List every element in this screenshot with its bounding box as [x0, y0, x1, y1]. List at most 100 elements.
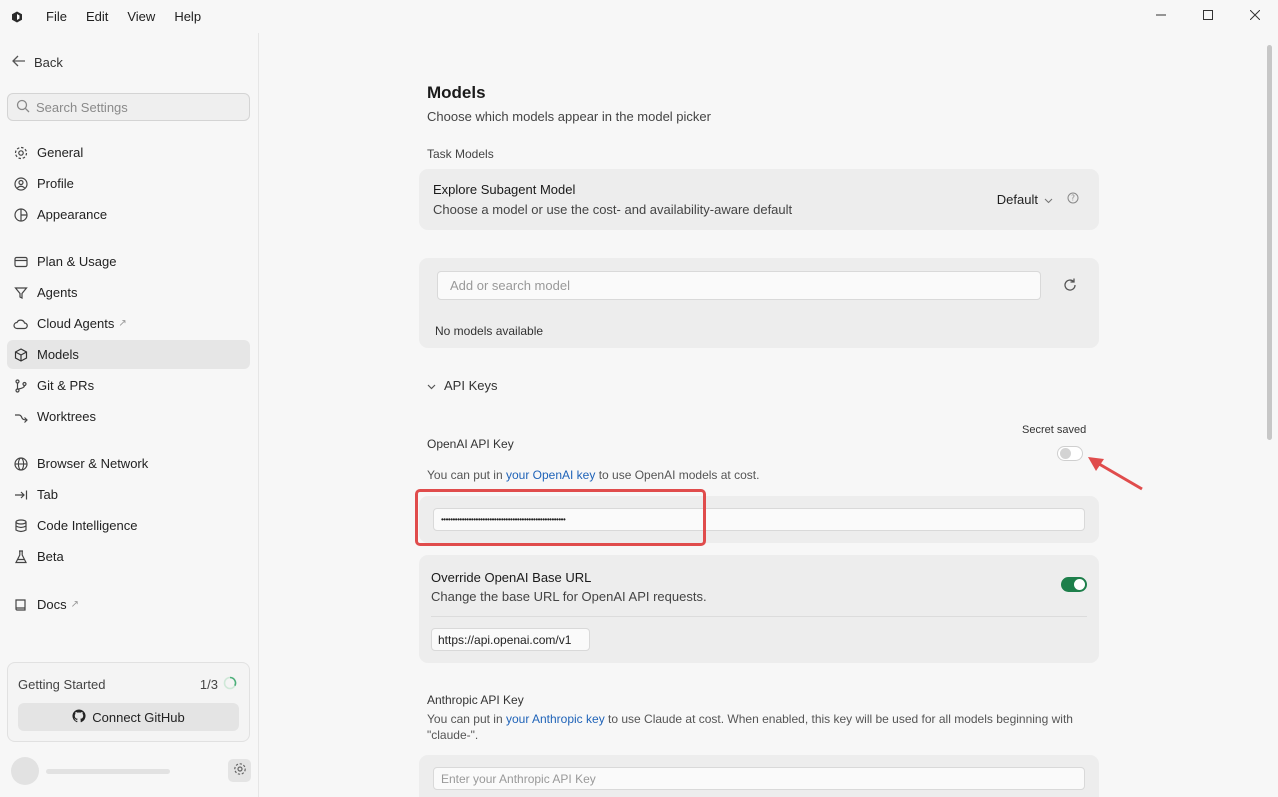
progress-count: 1/3	[199, 677, 218, 692]
tab-arrow-icon	[13, 487, 28, 502]
title-bar: File Edit View Help	[0, 0, 1278, 33]
no-models-text: No models available	[435, 324, 544, 338]
anthropic-key-placeholder: Enter your Anthropic API Key	[441, 771, 596, 786]
getting-started-title: Getting Started	[18, 677, 106, 692]
sidebar-item-label: Models	[37, 347, 79, 362]
explore-subagent-desc: Choose a model or use the cost- and avai…	[433, 202, 793, 217]
override-base-url-toggle[interactable]	[1061, 577, 1087, 592]
divider	[431, 616, 1087, 617]
page-subtitle: Choose which models appear in the model …	[427, 109, 711, 124]
globe-icon	[13, 456, 28, 471]
base-url-value: https://api.openai.com/v1	[438, 632, 572, 647]
override-base-url-desc: Change the base URL for OpenAI API reque…	[431, 589, 707, 604]
arrow-left-icon	[12, 55, 26, 70]
sidebar-item-git-prs[interactable]: Git & PRs	[7, 371, 250, 400]
explore-subagent-title: Explore Subagent Model	[433, 182, 576, 197]
model-search-card: Add or search model No models available	[419, 258, 1099, 348]
connect-github-button[interactable]: Connect GitHub	[18, 703, 239, 731]
scrollbar[interactable]	[1267, 45, 1272, 440]
sidebar: Back Search Settings General Profile App…	[0, 33, 259, 797]
sidebar-item-label: Docs	[37, 597, 67, 612]
dropdown-value: Default	[996, 192, 1038, 207]
refresh-icon[interactable]	[1062, 277, 1078, 296]
search-placeholder: Search Settings	[36, 99, 128, 115]
model-search-placeholder: Add or search model	[450, 278, 570, 293]
explore-subagent-card: Explore Subagent Model Choose a model or…	[419, 169, 1099, 230]
search-input[interactable]: Search Settings	[7, 93, 250, 121]
user-name-placeholder	[46, 769, 170, 774]
anthropic-key-link[interactable]: your Anthropic key	[506, 712, 605, 726]
desc-text: You can put in	[427, 468, 506, 482]
maximize-button[interactable]	[1184, 0, 1231, 30]
desc-text: "claude-".	[427, 728, 479, 742]
override-base-url-card: Override OpenAI Base URL Change the base…	[419, 555, 1099, 663]
toggle-knob	[1074, 579, 1085, 590]
sidebar-item-docs[interactable]: Docs ↗	[7, 590, 250, 619]
flask-icon	[13, 549, 28, 564]
main-content: Models Choose which models appear in the…	[260, 33, 1278, 797]
menu-help[interactable]: Help	[167, 9, 208, 24]
sidebar-item-label: Agents	[37, 285, 78, 300]
sidebar-item-models[interactable]: Models	[7, 340, 250, 369]
getting-started-progress: 1/3	[200, 676, 237, 693]
api-keys-label: API Keys	[444, 378, 498, 393]
sidebar-item-appearance[interactable]: Appearance	[7, 200, 250, 229]
toggle-knob	[1060, 448, 1071, 459]
search-icon	[16, 99, 30, 116]
back-label: Back	[34, 55, 63, 70]
sidebar-item-worktrees[interactable]: Worktrees	[7, 402, 250, 431]
annotation-highlight-box	[415, 489, 706, 546]
user-settings-button[interactable]	[228, 759, 251, 782]
palette-icon	[13, 207, 28, 222]
progress-ring-icon	[223, 676, 237, 693]
openai-key-link[interactable]: your OpenAI key	[506, 468, 595, 482]
help-icon[interactable]: ?	[1067, 192, 1079, 207]
sidebar-item-code-intelligence[interactable]: Code Intelligence	[7, 511, 250, 540]
openai-key-toggle[interactable]	[1057, 446, 1083, 461]
external-link-icon: ↗	[70, 599, 80, 610]
gear-icon	[13, 145, 28, 160]
desc-text: to use Claude at cost. When enabled, thi…	[604, 712, 1073, 726]
sidebar-item-plan-usage[interactable]: Plan & Usage	[7, 247, 250, 276]
menu-file[interactable]: File	[39, 9, 74, 24]
sidebar-item-label: Code Intelligence	[37, 518, 138, 533]
sidebar-item-cloud-agents[interactable]: Cloud Agents ↗	[7, 309, 250, 338]
api-keys-section-toggle[interactable]: API Keys	[427, 378, 497, 393]
base-url-input[interactable]: https://api.openai.com/v1	[431, 628, 590, 651]
minimize-button[interactable]	[1137, 0, 1184, 30]
sidebar-item-agents[interactable]: Agents	[7, 278, 250, 307]
sidebar-item-profile[interactable]: Profile	[7, 169, 250, 198]
sidebar-item-label: Profile	[37, 176, 74, 191]
user-row	[11, 757, 251, 785]
sidebar-item-general[interactable]: General	[7, 138, 250, 167]
desc-text: to use OpenAI models at cost.	[595, 468, 760, 482]
chevron-down-icon	[1044, 192, 1053, 207]
chevron-down-icon	[427, 378, 436, 393]
cloud-icon	[13, 316, 28, 331]
menu-edit[interactable]: Edit	[79, 9, 115, 24]
anthropic-key-input[interactable]: Enter your Anthropic API Key	[433, 767, 1085, 790]
external-link-icon: ↗	[118, 318, 127, 329]
menu-view[interactable]: View	[120, 9, 162, 24]
cube-icon	[13, 347, 28, 362]
desc-text: You can put in	[427, 712, 506, 726]
sidebar-item-beta[interactable]: Beta	[7, 542, 250, 571]
sidebar-item-label: General	[37, 145, 84, 160]
sidebar-item-label: Beta	[37, 549, 64, 564]
back-button[interactable]: Back	[12, 55, 63, 70]
annotation-arrow-icon	[1086, 453, 1146, 496]
git-branch-icon	[13, 378, 28, 393]
sidebar-item-browser-network[interactable]: Browser & Network	[7, 449, 250, 478]
sidebar-item-tab[interactable]: Tab	[7, 480, 250, 509]
close-button[interactable]	[1231, 0, 1278, 30]
book-icon	[13, 597, 28, 612]
database-icon	[13, 518, 28, 533]
worktree-icon	[13, 409, 28, 424]
explore-model-dropdown[interactable]: Default ?	[997, 192, 1079, 207]
github-icon	[72, 708, 86, 726]
sidebar-item-label: Plan & Usage	[37, 254, 117, 269]
user-circle-icon	[13, 176, 28, 191]
gear-icon	[233, 762, 247, 779]
model-search-input[interactable]: Add or search model	[437, 271, 1041, 300]
avatar[interactable]	[11, 757, 39, 785]
